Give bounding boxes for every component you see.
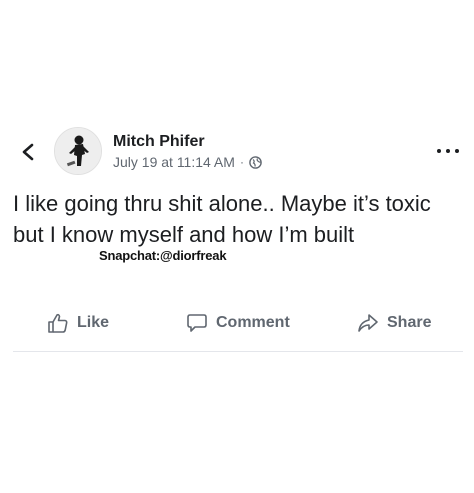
like-label: Like [77, 314, 110, 331]
author-name[interactable]: Mitch Phifer [113, 133, 205, 151]
comment-button[interactable]: Comment [186, 307, 290, 339]
meta-separator: · [239, 155, 244, 169]
share-label: Share [387, 314, 432, 331]
post-actions-bar: Like Comment Share [0, 307, 474, 339]
post-meta: July 19 at 11:14 AM · [113, 153, 262, 171]
avatar[interactable] [54, 127, 102, 175]
share-button[interactable]: Share [357, 307, 431, 339]
globe-icon [249, 155, 262, 169]
post-text: I like going thru shit alone.. Maybe it’… [13, 191, 431, 247]
post-timestamp[interactable]: July 19 at 11:14 AM [113, 154, 235, 170]
snapchat-watermark: Snapchat:@diorfreak [99, 248, 227, 263]
more-options-icon[interactable] [437, 147, 459, 155]
like-button[interactable]: Like [47, 307, 109, 339]
share-arrow-icon [358, 314, 378, 332]
post-divider [13, 351, 463, 352]
comment-bubble-icon [187, 314, 207, 332]
back-chevron-icon[interactable] [20, 143, 36, 161]
comment-label: Comment [216, 314, 290, 331]
thumbs-up-icon [48, 313, 68, 333]
